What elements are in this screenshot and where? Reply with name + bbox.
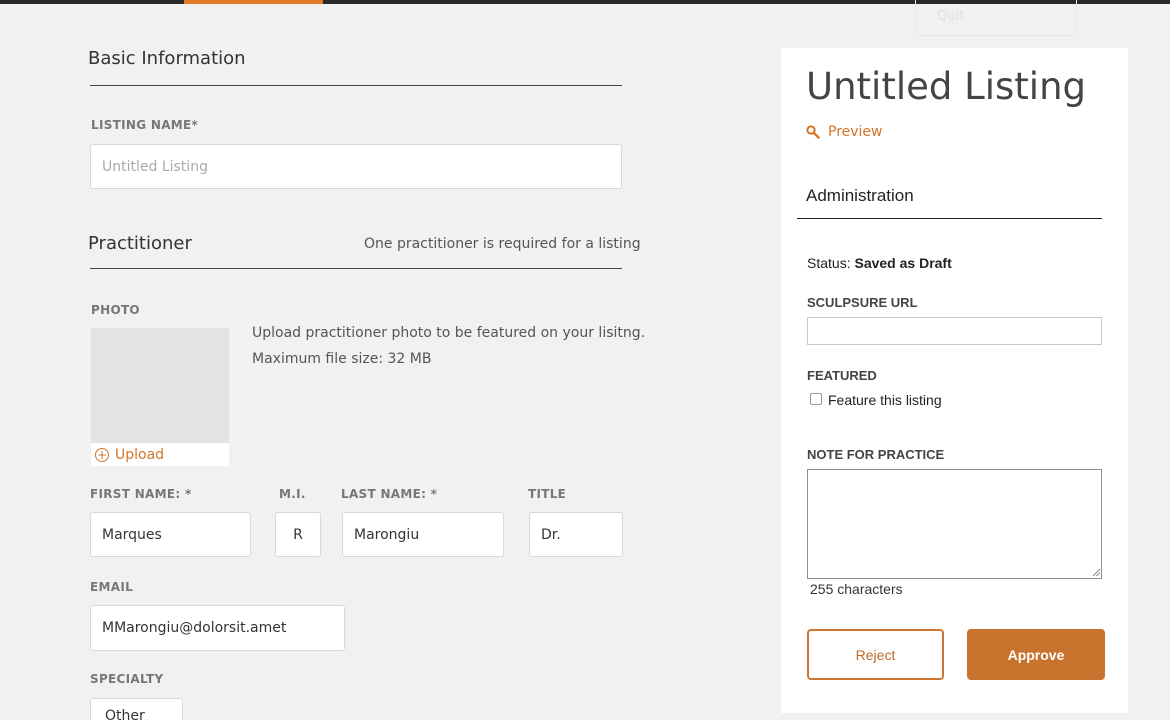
administration-heading: Administration [806, 186, 914, 205]
listing-title: Untitled Listing [806, 65, 1087, 108]
mi-label: M.I. [279, 487, 306, 501]
approve-button[interactable]: Approve [967, 629, 1105, 680]
note-for-practice-textarea[interactable] [807, 469, 1102, 579]
listing-name-label: LISTING NAME* [91, 118, 199, 132]
sculpsure-url-label: SCULPSURE URL [807, 295, 918, 310]
upload-label: Upload [115, 446, 165, 463]
sculpsure-url-input[interactable] [807, 317, 1102, 345]
specialty-selected-value: Other [105, 708, 145, 720]
resize-grip-icon[interactable] [1092, 568, 1100, 576]
middle-initial-input[interactable] [275, 512, 321, 557]
featured-label: FEATURED [807, 368, 877, 383]
feature-listing-checkbox[interactable] [810, 393, 822, 405]
upload-photo-button[interactable]: + Upload [91, 443, 229, 466]
status-line: Status: Saved as Draft [807, 255, 952, 271]
first-name-input[interactable] [90, 512, 251, 557]
photo-help-text: Upload practitioner photo to be featured… [252, 325, 646, 341]
character-count: 255 characters [810, 581, 903, 597]
preview-label: Preview [828, 124, 883, 140]
top-nav-active-indicator [184, 0, 323, 4]
practitioner-heading: Practitioner [88, 233, 192, 254]
last-name-input[interactable] [342, 512, 504, 557]
plus-circle-icon: + [95, 447, 109, 462]
email-label: EMAIL [90, 580, 134, 594]
first-name-label: FIRST NAME: * [90, 487, 192, 501]
status-value: Saved as Draft [854, 255, 952, 271]
feature-listing-checkbox-label[interactable]: Feature this listing [828, 392, 942, 408]
administration-divider [797, 218, 1102, 219]
listing-name-input[interactable] [90, 144, 622, 189]
photo-max-size-text: Maximum file size: 32 MB [252, 351, 432, 367]
email-input[interactable] [90, 605, 345, 651]
specialty-label: SPECIALTY [90, 672, 164, 686]
specialty-select[interactable]: Other [90, 698, 183, 720]
photo-label: PHOTO [91, 303, 140, 317]
status-label: Status: [807, 255, 851, 271]
search-icon [806, 125, 820, 139]
practitioner-requirement-note: One practitioner is required for a listi… [364, 236, 641, 252]
note-for-practice-label: NOTE FOR PRACTICE [807, 447, 945, 462]
photo-placeholder [91, 328, 229, 443]
title-input[interactable] [529, 512, 623, 557]
quit-menu-item[interactable]: Quit [937, 9, 964, 24]
last-name-label: LAST NAME: * [341, 487, 438, 501]
reject-button[interactable]: Reject [807, 629, 944, 680]
practitioner-divider [90, 268, 622, 269]
title-label: TITLE [528, 487, 567, 501]
user-menu-dropdown: Quit [915, 0, 1077, 36]
basic-information-divider [90, 85, 622, 86]
basic-information-heading: Basic Information [88, 48, 246, 69]
preview-link[interactable]: Preview [806, 124, 883, 140]
